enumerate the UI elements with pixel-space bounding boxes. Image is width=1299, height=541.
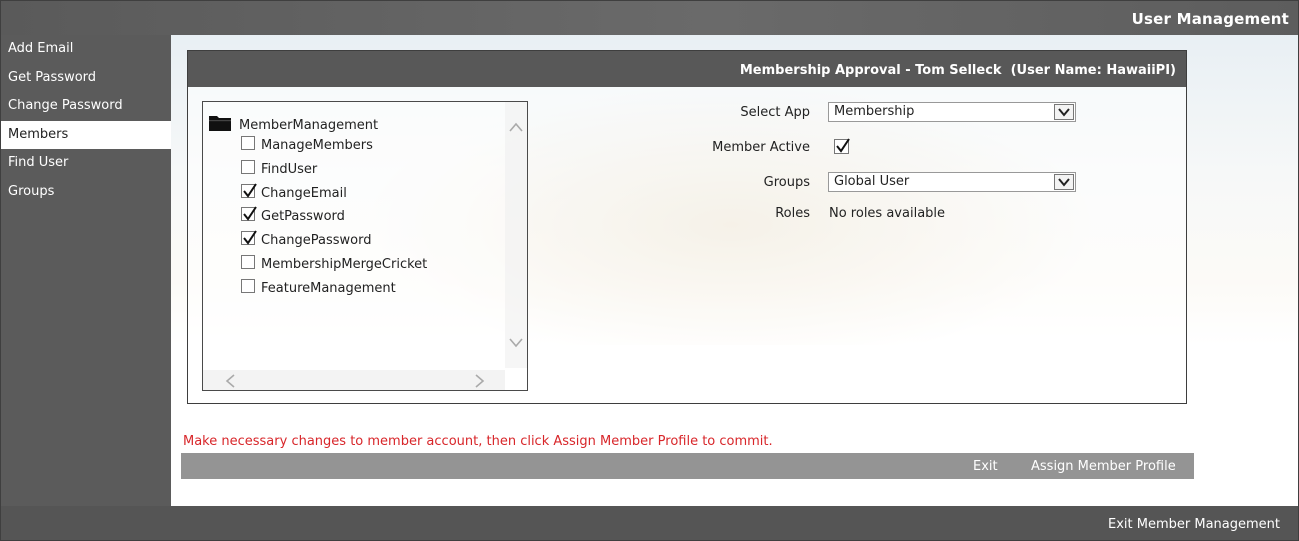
vertical-scrollbar[interactable] (505, 102, 527, 368)
app-window: User Management Add Email Get Password C… (0, 0, 1299, 541)
main-content: Membership Approval - Tom Selleck (User … (171, 35, 1298, 506)
tree-item-label: ManageMembers (261, 138, 373, 153)
title-bar: User Management (1, 1, 1298, 35)
checkmark-icon (243, 230, 257, 245)
sidebar-item-groups[interactable]: Groups (1, 178, 171, 207)
panel-header: Membership Approval - Tom Selleck (User … (188, 51, 1186, 87)
checkbox-checked[interactable] (241, 183, 257, 198)
sidebar-item-add-email[interactable]: Add Email (1, 35, 171, 64)
tree-item-label: GetPassword (261, 209, 345, 225)
permission-tree: MemberManagement ManageMembers FindUser (202, 101, 528, 391)
roles-label: Roles (775, 206, 810, 221)
checkbox[interactable] (241, 159, 255, 174)
select-app-row: Select App (608, 102, 810, 124)
action-bar: Exit Assign Member Profile (181, 453, 1194, 479)
roles-value: No roles available (829, 206, 946, 221)
chevron-down-icon[interactable] (1054, 174, 1074, 190)
tree-item-label: MembershipMergeCricket (261, 256, 428, 272)
sidebar-item-members[interactable]: Members (1, 120, 171, 150)
footer-bar: Exit Member Management (1, 506, 1298, 540)
chevron-down-icon[interactable] (1054, 104, 1074, 120)
checkbox[interactable] (241, 278, 255, 293)
sidebar-item-get-password[interactable]: Get Password (1, 64, 171, 93)
sidebar-item-change-password[interactable]: Change Password (1, 92, 171, 121)
chevron-left-icon[interactable] (225, 374, 235, 391)
folder-icon (209, 114, 231, 131)
member-active-row: Member Active (608, 137, 810, 159)
groups-row: Groups (608, 172, 810, 194)
checkbox[interactable] (241, 254, 255, 269)
roles-row: Roles (608, 203, 810, 225)
tree-item-label: FeatureManagement (261, 280, 396, 296)
groups-dropdown[interactable]: Global User (828, 172, 1076, 192)
select-app-label: Select App (740, 105, 810, 120)
horizontal-scrollbar[interactable] (203, 370, 505, 390)
tree-item-label: ChangePassword (261, 233, 372, 249)
exit-button[interactable]: Exit (973, 459, 998, 474)
member-active-checkbox[interactable] (834, 138, 850, 154)
assign-member-profile-button[interactable]: Assign Member Profile (1031, 459, 1176, 474)
chevron-down-icon[interactable] (509, 336, 523, 351)
sidebar-item-find-user[interactable]: Find User (1, 149, 171, 178)
checkbox-checked[interactable] (241, 206, 257, 222)
chevron-right-icon[interactable] (475, 374, 485, 391)
checkmark-icon (836, 138, 850, 153)
instruction-text: Make necessary changes to member account… (183, 434, 773, 449)
select-app-dropdown[interactable]: Membership (828, 102, 1076, 122)
tree-item-label: FindUser (261, 161, 318, 177)
tree-item-label: ChangeEmail (261, 185, 347, 201)
checkbox[interactable] (241, 136, 255, 150)
chevron-up-icon[interactable] (509, 120, 523, 135)
member-active-label: Member Active (712, 140, 810, 155)
app-title: User Management (1131, 10, 1289, 28)
groups-value: Global User (834, 174, 910, 189)
sidebar: Add Email Get Password Change Password M… (1, 35, 171, 506)
select-app-value: Membership (834, 104, 915, 119)
checkmark-icon (243, 206, 257, 222)
checkbox-checked[interactable] (241, 230, 257, 246)
exit-member-management-button[interactable]: Exit Member Management (1108, 517, 1280, 532)
groups-label: Groups (763, 175, 810, 190)
tree-root-label: MemberManagement (239, 118, 379, 133)
membership-approval-panel: Membership Approval - Tom Selleck (User … (187, 50, 1187, 404)
checkmark-icon (243, 183, 257, 198)
